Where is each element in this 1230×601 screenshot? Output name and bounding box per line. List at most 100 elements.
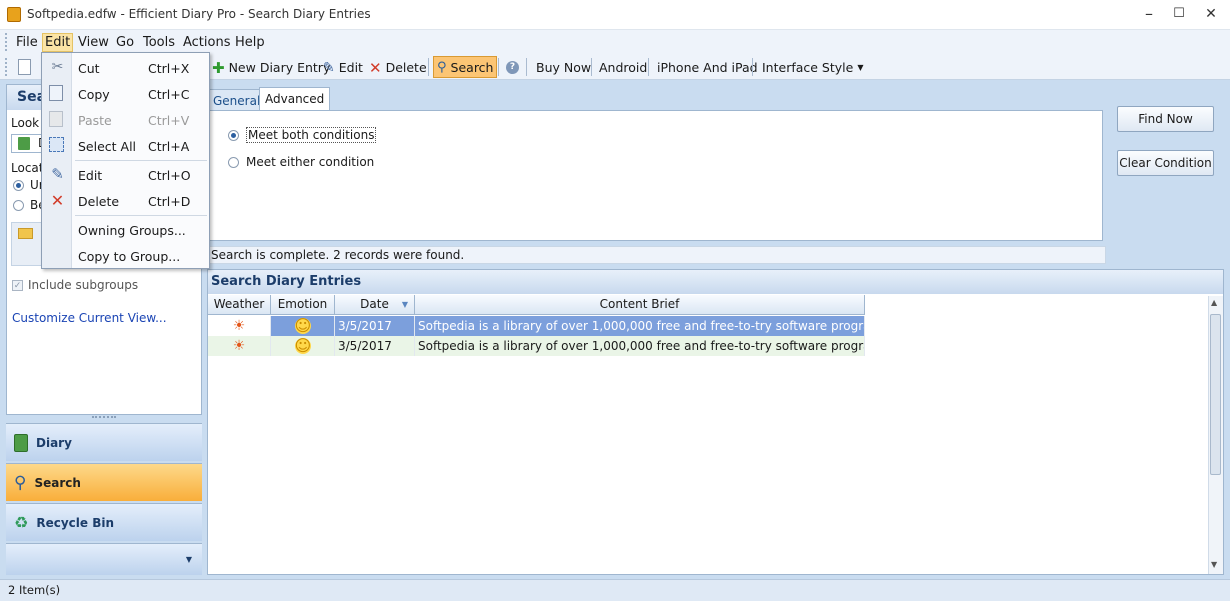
column-date-label: Date (360, 297, 389, 311)
look-label: Look (11, 116, 40, 130)
maximize-button[interactable]: ☐ (1167, 4, 1191, 24)
android-button[interactable]: Android (596, 57, 650, 78)
menu-separator (75, 215, 207, 216)
search-status-message: Search is complete. 2 records were found… (207, 246, 1106, 264)
column-date[interactable]: Date ▼ (335, 295, 415, 315)
menu-view[interactable]: View (75, 33, 112, 52)
emotion-cell: ☺ (271, 336, 335, 356)
menu-item-select-all[interactable]: Select All (78, 139, 136, 154)
interface-style-dropdown[interactable]: Interface Style ▼ (759, 57, 867, 78)
date-cell: 3/5/2017 (335, 316, 415, 336)
date-cell: 3/5/2017 (335, 336, 415, 356)
vertical-scrollbar[interactable]: ▲ ▼ (1208, 296, 1223, 574)
diary-book-icon (14, 433, 28, 452)
menu-help[interactable]: Help (232, 33, 268, 52)
results-header: Search Diary Entries (208, 270, 1223, 294)
shortcut-edit: Ctrl+O (148, 168, 191, 183)
nav-recycle-bin-label: Recycle Bin (36, 515, 115, 530)
shortcut-copy: Ctrl+C (148, 87, 190, 102)
new-diary-entry-button[interactable]: ✚ New Diary Entry (209, 57, 333, 78)
toolbar-grip (5, 58, 8, 76)
pencil-icon: ✎ (51, 165, 64, 183)
minimize-button[interactable]: – (1137, 4, 1161, 24)
column-emotion[interactable]: Emotion (271, 295, 335, 315)
menu-tools[interactable]: Tools (140, 33, 178, 52)
help-icon[interactable]: ? (506, 61, 519, 74)
table-row[interactable]: ☀ ☺ 3/5/2017 Softpedia is a library of over… (208, 316, 865, 336)
chevron-down-icon: ▼ (185, 555, 192, 564)
menu-bar: File Edit View Go Tools Actions Help (0, 30, 1230, 54)
recycle-bin-icon: ♻ (14, 513, 29, 532)
delete-button[interactable]: ✕ Delete (366, 57, 430, 78)
menu-item-copy[interactable]: Copy (78, 87, 110, 102)
conditions-panel: Meet both conditions Meet either conditi… (207, 110, 1103, 241)
search-toolbar-button[interactable]: ⚲ Search (433, 56, 498, 78)
weather-cell: ☀ (208, 316, 271, 336)
menu-item-owning-groups[interactable]: Owning Groups... (78, 223, 186, 238)
status-bar: 2 Item(s) (0, 579, 1230, 601)
menu-separator (75, 160, 207, 161)
checkbox-icon: ✓ (12, 279, 23, 291)
column-weather[interactable]: Weather (208, 295, 271, 315)
shortcut-select-all: Ctrl+A (148, 139, 190, 154)
column-content-brief[interactable]: Content Brief (415, 295, 865, 315)
menu-edit[interactable]: Edit (42, 33, 74, 52)
splitter-grip[interactable] (92, 416, 116, 420)
magnifier-icon: ⚲ (14, 472, 27, 493)
menu-go[interactable]: Go (113, 33, 137, 52)
nav-overflow[interactable]: ▼ (6, 543, 202, 575)
shortcut-delete: Ctrl+D (148, 194, 191, 209)
plus-icon: ✚ (212, 58, 225, 77)
close-button[interactable]: ✕ (1199, 4, 1223, 24)
scrollbar-thumb[interactable] (1210, 314, 1221, 475)
smile-icon: ☺ (294, 316, 312, 335)
iphone-ipad-button[interactable]: iPhone And iPad (654, 57, 761, 78)
meet-either-radio[interactable]: Meet either condition (228, 155, 374, 169)
menu-actions[interactable]: Actions (180, 33, 234, 52)
meet-both-radio[interactable]: Meet both conditions (228, 127, 377, 143)
clear-condition-button[interactable]: Clear Condition (1117, 150, 1214, 176)
nav-search[interactable]: ⚲ Search (6, 463, 202, 501)
paste-icon (49, 111, 63, 127)
toolbar-separator (428, 58, 429, 76)
menu-item-paste[interactable]: Paste (78, 113, 112, 128)
edit-label: Edit (338, 60, 363, 75)
location-option-1[interactable]: Ur (13, 178, 44, 192)
delete-x-icon: ✕ (50, 191, 65, 210)
results-panel: Search Diary Entries Weather Emotion Dat… (207, 269, 1224, 575)
content-cell: Softpedia is a library of over 1,000,000… (415, 316, 865, 336)
menu-item-delete[interactable]: Delete (78, 194, 119, 209)
scroll-up-icon[interactable]: ▲ (1211, 298, 1217, 307)
table-row[interactable]: ☀ ☺ 3/5/2017 Softpedia is a library of over… (208, 336, 865, 356)
menu-item-copy-to-group[interactable]: Copy to Group... (78, 249, 180, 264)
edit-button[interactable]: ✎ Edit (320, 57, 366, 78)
emotion-cell: ☺ (271, 316, 335, 336)
smile-icon: ☺ (294, 336, 312, 355)
find-now-button[interactable]: Find Now (1117, 106, 1214, 132)
tab-advanced[interactable]: Advanced (259, 87, 331, 111)
select-all-icon (49, 137, 64, 152)
item-count: 2 Item(s) (8, 583, 61, 597)
nav-diary[interactable]: Diary (6, 423, 202, 461)
radio-icon (228, 156, 239, 168)
menu-item-edit[interactable]: Edit (78, 168, 102, 183)
dropdown-arrow-icon: ▼ (857, 63, 864, 72)
nav-recycle-bin[interactable]: ♻ Recycle Bin (6, 503, 202, 541)
tab-general[interactable]: General (207, 89, 267, 110)
include-subgroups-label: Include subgroups (28, 278, 139, 292)
scroll-down-icon[interactable]: ▼ (1211, 560, 1217, 569)
customize-view-link[interactable]: Customize Current View... (12, 311, 167, 325)
toolbar-separator (526, 58, 527, 76)
window-title: Softpedia.edfw - Efficient Diary Pro - S… (27, 7, 371, 21)
menu-file[interactable]: File (13, 33, 41, 52)
buy-now-button[interactable]: Buy Now (533, 57, 594, 78)
include-subgroups-checkbox[interactable]: ✓ Include subgroups (12, 278, 138, 292)
app-icon (7, 7, 21, 22)
nav-diary-label: Diary (36, 435, 72, 450)
menu-item-cut[interactable]: Cut (78, 61, 100, 76)
new-document-icon[interactable] (18, 59, 31, 75)
meet-either-label: Meet either condition (246, 155, 375, 169)
radio-icon (13, 179, 24, 191)
sun-icon: ☀ (232, 318, 246, 334)
sort-descending-icon: ▼ (401, 300, 408, 309)
